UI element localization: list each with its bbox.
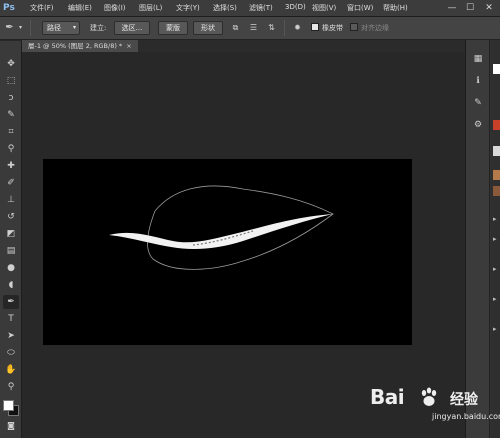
menu-type[interactable]: 文字(Y)	[176, 3, 200, 13]
align-edges-checkbox[interactable]	[350, 23, 358, 31]
menu-layer[interactable]: 图层(L)	[139, 3, 162, 13]
tools-panel: ✥ ⬚ ↄ ✎ ⌗ ⚲ ✚ ✐ ⊥ ↺ ◩ ▤ ● ◖ ✒ T ➤ ⬭ ✋ ⚲ …	[0, 41, 22, 438]
selection-button[interactable]: 选区...	[114, 21, 150, 35]
close-button[interactable]: ✕	[481, 1, 497, 15]
panel-swatch[interactable]	[493, 64, 500, 74]
menu-file[interactable]: 文件(F)	[30, 3, 54, 13]
brush-panel-icon[interactable]: ✎	[471, 96, 485, 110]
adjustments-panel-icon[interactable]: ⚙	[471, 118, 485, 132]
chevron-right-icon[interactable]: ▸	[493, 265, 497, 273]
type-tool-icon[interactable]: T	[3, 312, 19, 326]
menu-3d[interactable]: 3D(D)	[285, 3, 306, 11]
mask-button[interactable]: 蒙版	[158, 21, 188, 35]
baidu-watermark: Bai 经验 jingyan.baidu.com	[370, 385, 500, 425]
crop-tool-icon[interactable]: ⌗	[3, 125, 19, 139]
photoshop-logo: Ps	[3, 3, 15, 13]
clone-stamp-tool-icon[interactable]: ⊥	[3, 193, 19, 207]
separator	[30, 20, 31, 36]
menu-edit[interactable]: 编辑(E)	[68, 3, 92, 13]
rubber-band-checkbox[interactable]	[311, 23, 319, 31]
path-operations-icon[interactable]: ⧉	[230, 22, 241, 33]
menu-view[interactable]: 视图(V)	[312, 3, 336, 13]
canvas-artwork	[109, 185, 334, 270]
document-workspace	[22, 52, 465, 438]
properties-panel-icon[interactable]: ℹ	[471, 74, 485, 88]
menu-window[interactable]: 窗口(W)	[347, 3, 373, 13]
menu-image[interactable]: 图像(I)	[104, 3, 126, 13]
close-icon[interactable]: ×	[126, 42, 131, 50]
leaf-path-outline	[146, 185, 334, 270]
chevron-right-icon[interactable]: ▸	[493, 215, 497, 223]
shape-tool-icon[interactable]: ⬭	[3, 346, 19, 360]
lasso-tool-icon[interactable]: ↄ	[3, 91, 19, 105]
watermark-brand-tail: 经验	[450, 392, 478, 408]
mode-select-value: 路径	[47, 24, 61, 32]
menu-select[interactable]: 选择(S)	[213, 3, 237, 13]
panel-swatch[interactable]	[493, 146, 500, 156]
tool-preset-dropdown-icon[interactable]: ▾	[15, 22, 26, 33]
foreground-color-swatch[interactable]	[3, 400, 14, 411]
shape-button[interactable]: 形状	[193, 21, 223, 35]
path-arrangement-icon[interactable]: ⇅	[266, 22, 277, 33]
quick-select-tool-icon[interactable]: ✎	[3, 108, 19, 122]
hand-tool-icon[interactable]: ✋	[3, 363, 19, 377]
pen-tool-icon[interactable]: ✒	[3, 295, 19, 309]
chevron-right-icon[interactable]: ▸	[493, 235, 497, 243]
menu-help[interactable]: 帮助(H)	[383, 3, 408, 13]
healing-brush-tool-icon[interactable]: ✚	[3, 159, 19, 173]
mode-select[interactable]: 路径 ▾	[42, 21, 80, 35]
eyedropper-tool-icon[interactable]: ⚲	[3, 142, 19, 156]
document-tab[interactable]: 層-1 @ 50% (图层 2, RGB/8) * ×	[22, 40, 138, 52]
separator	[284, 20, 285, 36]
eraser-tool-icon[interactable]: ◩	[3, 227, 19, 241]
panel-swatch[interactable]	[493, 170, 500, 180]
align-edges-label: 对齐边缘	[361, 24, 389, 32]
panel-icon-strip: ▦ ℹ ✎ ⚙	[466, 40, 490, 438]
document-tab-title: 層-1 @ 50% (图层 2, RGB/8) *	[28, 42, 123, 50]
paw-icon	[421, 387, 437, 406]
watermark-url: jingyan.baidu.com	[432, 412, 500, 421]
dodge-tool-icon[interactable]: ◖	[3, 278, 19, 292]
marquee-tool-icon[interactable]: ⬚	[3, 74, 19, 88]
history-brush-tool-icon[interactable]: ↺	[3, 210, 19, 224]
panel-swatch[interactable]	[493, 186, 500, 196]
brush-stroke	[109, 214, 333, 249]
chevron-right-icon[interactable]: ▸	[493, 295, 497, 303]
chevron-right-icon[interactable]: ▸	[493, 325, 497, 333]
maximize-button[interactable]: ☐	[462, 1, 478, 15]
right-panel-dock: ▦ ℹ ✎ ⚙ ▸ ▸ ▸ ▸ ▸	[465, 40, 500, 438]
blur-tool-icon[interactable]: ●	[3, 261, 19, 275]
document-tab-bar: 層-1 @ 50% (图层 2, RGB/8) * ×	[22, 40, 465, 52]
brush-tool-icon[interactable]: ✐	[3, 176, 19, 190]
history-panel-icon[interactable]: ▦	[471, 52, 485, 66]
menu-bar: Ps 文件(F) 编辑(E) 图像(I) 图层(L) 文字(Y) 选择(S) 滤…	[0, 0, 500, 17]
options-bar: ✒ ▾ 路径 ▾ 建立: 选区... 蒙版 形状 ⧉ ☰ ⇅ ✹ 橡皮带 对齐边…	[0, 17, 500, 40]
gear-icon[interactable]: ✹	[292, 22, 303, 33]
pen-tool-icon[interactable]: ✒	[4, 22, 15, 33]
path-selection-tool-icon[interactable]: ➤	[3, 329, 19, 343]
panel-swatch[interactable]	[493, 120, 500, 130]
watermark-brand: Bai	[370, 385, 405, 409]
chevron-down-icon: ▾	[72, 24, 76, 31]
minimize-button[interactable]: —	[444, 1, 460, 15]
menu-filter[interactable]: 滤镜(T)	[249, 3, 273, 13]
move-tool-icon[interactable]: ✥	[3, 57, 19, 71]
gradient-tool-icon[interactable]: ▤	[3, 244, 19, 258]
path-alignment-icon[interactable]: ☰	[248, 22, 259, 33]
build-label: 建立:	[90, 24, 107, 32]
quick-mask-icon[interactable]: ◙	[3, 419, 19, 433]
zoom-tool-icon[interactable]: ⚲	[3, 380, 19, 394]
image-canvas[interactable]	[43, 159, 412, 345]
rubber-band-label: 橡皮带	[322, 24, 343, 32]
